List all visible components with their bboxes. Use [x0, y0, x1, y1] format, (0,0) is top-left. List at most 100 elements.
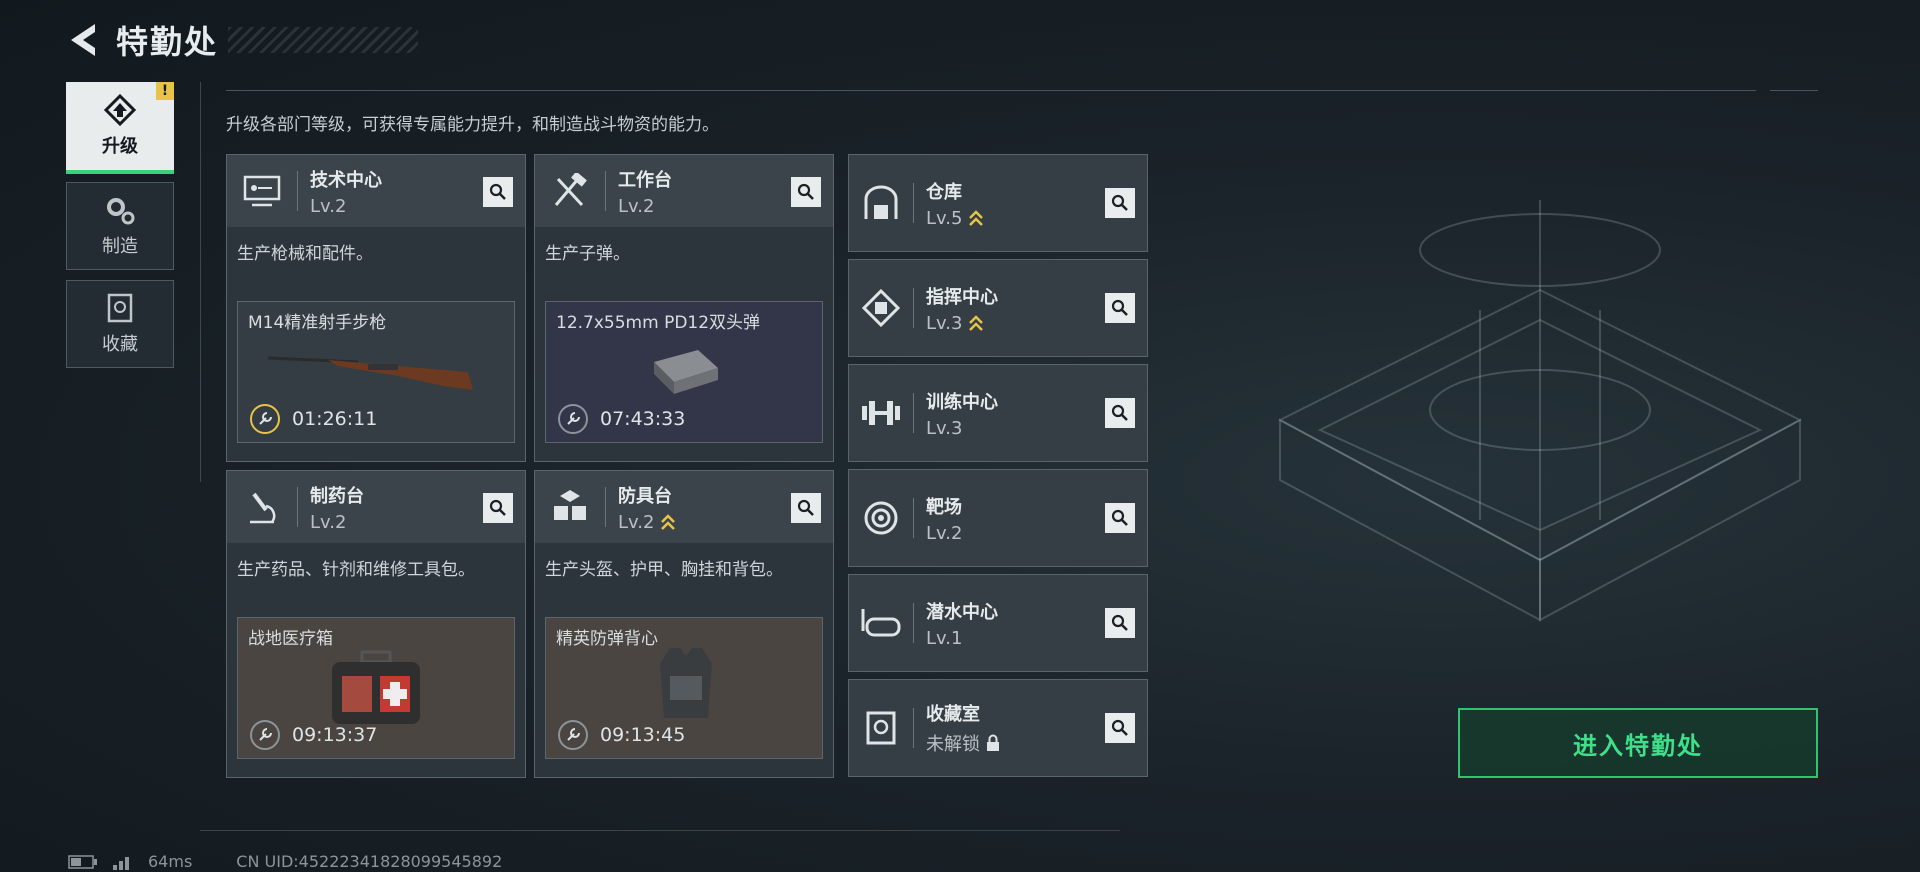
divider — [226, 90, 1756, 91]
search-icon — [1111, 614, 1128, 631]
facility-level: Lv.2 — [618, 195, 655, 217]
wrench-icon — [558, 404, 588, 434]
divider — [913, 498, 914, 538]
tab-upgrade[interactable]: ! 升级 — [66, 82, 174, 174]
production-slot[interactable]: 12.7x55mm PD12双头弹 07:43:33 — [545, 301, 823, 443]
facility-level: Lv.3 — [926, 312, 963, 334]
facility-card-collection-room[interactable]: 收藏室 未解锁 — [848, 679, 1148, 777]
production-timer: 09:13:45 — [600, 724, 686, 746]
facility-card-warehouse[interactable]: 仓库 Lv.5 — [848, 154, 1148, 252]
upgrade-available-icon — [661, 514, 676, 530]
facility-description: 生产头盔、护甲、胸挂和背包。 — [545, 560, 783, 580]
facility-level: Lv.2 — [618, 511, 655, 533]
search-button[interactable] — [1105, 503, 1135, 533]
hammer-wrench-icon — [535, 163, 605, 219]
back-arrow-icon — [71, 24, 95, 56]
gears-icon — [107, 198, 135, 225]
search-button[interactable] — [1105, 398, 1135, 428]
medkit-image — [332, 650, 420, 724]
tab-craft-label: 制造 — [102, 236, 138, 257]
page-title: 特勤处 — [116, 23, 219, 61]
card-header: 防具台 Lv.2 — [535, 471, 833, 543]
facility-card-shooting-range[interactable]: 靶场 Lv.2 — [848, 469, 1148, 567]
divider — [913, 603, 914, 643]
vest-image — [660, 648, 712, 718]
search-button[interactable] — [483, 177, 513, 207]
search-button[interactable] — [1105, 293, 1135, 323]
wrench-icon — [250, 404, 280, 434]
tab-upgrade-label: 升级 — [102, 136, 138, 157]
card-header: 工作台 Lv.2 — [535, 155, 833, 227]
search-button[interactable] — [1105, 188, 1135, 218]
search-icon — [1111, 299, 1128, 316]
upgrade-available-icon — [969, 315, 984, 331]
upgrade-icon — [103, 94, 137, 126]
rifle-image — [268, 356, 473, 390]
facility-level: Lv.2 — [926, 522, 963, 544]
divider — [200, 830, 1120, 831]
production-slot[interactable]: M14精准射手步枪 01:26:11 — [237, 301, 515, 443]
user-uid: CN UID:452223418280995458​92 — [236, 852, 503, 871]
wrench-icon — [558, 720, 588, 750]
production-timer: 01:26:11 — [292, 408, 378, 430]
facility-level: Lv.3 — [926, 417, 963, 439]
search-icon — [1111, 404, 1128, 421]
search-icon — [489, 499, 506, 516]
ping-value: 64ms — [148, 852, 193, 871]
divider — [913, 708, 914, 748]
product-name: M14精准射手步枪 — [248, 313, 387, 333]
upgrade-available-icon — [969, 210, 984, 226]
facility-name: 工作台 — [618, 169, 672, 191]
collection-room-icon — [849, 700, 913, 756]
facility-level: Lv.2 — [310, 511, 347, 533]
divider — [297, 171, 298, 211]
facility-name: 训练中心 — [926, 391, 998, 413]
facility-card-tech-center[interactable]: 技术中心 Lv.2 生产枪械和配件。 M14精准射手步枪 01:26:11 — [226, 154, 526, 462]
divider — [200, 82, 201, 482]
divider — [913, 288, 914, 328]
search-button[interactable] — [1105, 713, 1135, 743]
signal-icon — [113, 856, 129, 870]
search-button[interactable] — [791, 177, 821, 207]
product-name: 12.7x55mm PD12双头弹 — [556, 313, 761, 333]
status-bar: 64ms CN UID:452223418280995458​92 — [68, 852, 502, 871]
tab-collection-label: 收藏 — [102, 334, 138, 355]
divider — [297, 487, 298, 527]
production-slot[interactable]: 精英防弹背心 09:13:45 — [545, 617, 823, 759]
facility-name: 靶场 — [926, 496, 962, 518]
facility-card-pharmacy[interactable]: 制药台 Lv.2 生产药品、针剂和维修工具包。 战地医疗箱 09:13:37 — [226, 470, 526, 778]
product-name: 战地医疗箱 — [248, 629, 333, 649]
production-slot[interactable]: 战地医疗箱 09:13:37 — [237, 617, 515, 759]
ammo-box-image — [654, 350, 718, 394]
search-button[interactable] — [791, 493, 821, 523]
intro-text: 升级各部门等级，可获得专属能力提升，和制造战斗物资的能力。 — [226, 115, 719, 135]
facility-name: 指挥中心 — [926, 286, 998, 308]
tab-craft[interactable]: 制造 — [66, 182, 174, 270]
facility-level: Lv.5 — [926, 207, 963, 229]
divider — [913, 393, 914, 433]
divider — [605, 171, 606, 211]
search-icon — [797, 499, 814, 516]
facility-card-command-center[interactable]: 指挥中心 Lv.3 — [848, 259, 1148, 357]
facility-card-training-center[interactable]: 训练中心 Lv.3 — [848, 364, 1148, 462]
target-icon — [849, 490, 913, 546]
card-header: 制药台 Lv.2 — [227, 471, 525, 543]
command-chip-icon — [849, 280, 913, 336]
base-hologram-illustration — [1277, 200, 1803, 622]
search-button[interactable] — [1105, 608, 1135, 638]
card-header: 技术中心 Lv.2 — [227, 155, 525, 227]
lock-icon — [987, 734, 999, 751]
enter-special-ops-button[interactable]: 进入特勤处 — [1458, 708, 1818, 778]
facility-card-workbench[interactable]: 工作台 Lv.2 生产子弹。 12.7x55mm PD12双头弹 07:43:3… — [534, 154, 834, 462]
facility-card-armor[interactable]: 防具台 Lv.2 生产头盔、护甲、胸挂和背包。 精英防弹背心 09:13:45 — [534, 470, 834, 778]
facility-name: 收藏室 — [926, 704, 980, 725]
tab-collection[interactable]: 收藏 — [66, 280, 174, 368]
microscope-icon — [227, 479, 297, 535]
search-icon — [1111, 719, 1128, 736]
search-icon — [489, 183, 506, 200]
back-button[interactable] — [66, 20, 98, 60]
collection-icon — [107, 293, 133, 323]
search-button[interactable] — [483, 493, 513, 523]
dumbbell-icon — [849, 385, 913, 441]
facility-card-diving-center[interactable]: 潜水中心 Lv.1 — [848, 574, 1148, 672]
